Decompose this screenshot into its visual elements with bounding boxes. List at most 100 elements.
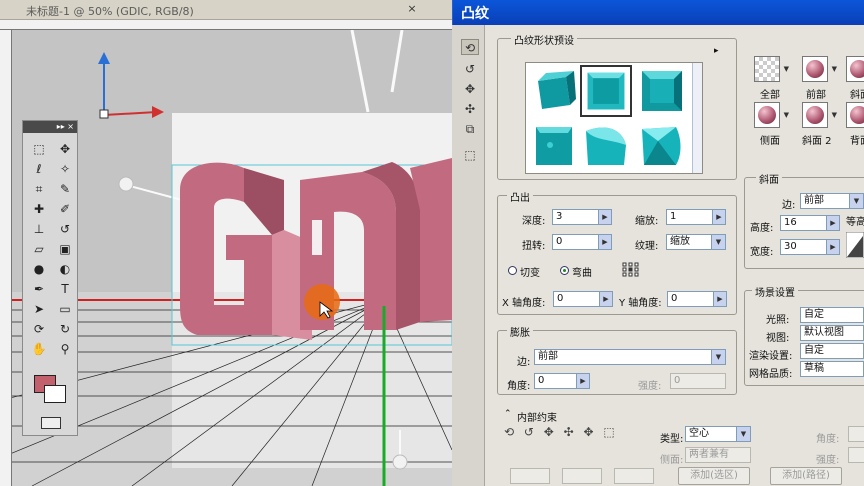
constraint-tool-icons[interactable]: ⟲ ↺ ✥ ✣ ✥ ⬚ [504, 425, 618, 439]
3d-rotate-tool-icon[interactable]: ⟳ [28, 321, 50, 337]
stamp-tool-icon[interactable]: ⊥ [28, 221, 50, 237]
x-angle-input[interactable]: 0 ▶ [553, 291, 613, 307]
depth-spin-icon[interactable]: ▶ [598, 210, 611, 224]
color-swatches[interactable] [32, 373, 72, 413]
bevel-height-spin-icon[interactable]: ▶ [826, 216, 839, 230]
tools-panel-header[interactable]: ▸▸ × [23, 121, 77, 133]
bend-label: 弯曲 [572, 268, 592, 279]
scale-spin-icon[interactable]: ▶ [712, 210, 725, 224]
object-roll-icon[interactable]: ↺ [461, 61, 479, 77]
preset-thumbnail[interactable] [636, 65, 688, 117]
history-brush-tool-icon[interactable]: ↺ [54, 221, 76, 237]
preset-thumbnail[interactable] [528, 119, 580, 171]
document-canvas[interactable]: ▸▸ × ⬚ ✥ ℓ ✧ ⌗ ✎ ✚ ✐ ⊥ ↺ ▱ ▣ ● ◐ ✒ T ➤ ▭ ⟳ ↻ ✋ ⚲ [12, 30, 452, 486]
shape-tool-icon[interactable]: ▭ [54, 301, 76, 317]
presets-group-label: 凸纹形状预设 [511, 32, 577, 47]
depth-input[interactable]: 3 ▶ [552, 209, 612, 225]
material-bevel-swatch[interactable]: ▼ [846, 56, 864, 82]
material-back-label: 背面 [850, 136, 864, 147]
material-all-swatch[interactable]: ▼ [754, 56, 789, 82]
document-title: 未标题-1 @ 50% (GDIC, RGB/8) [26, 5, 194, 18]
y-angle-spin-icon[interactable]: ▶ [713, 292, 726, 306]
twist-input[interactable]: 0 ▶ [552, 234, 612, 250]
scale-input[interactable]: 1 ▶ [666, 209, 726, 225]
bevel-height-input[interactable]: 16 ▶ [780, 215, 840, 231]
brush-tool-icon[interactable]: ✐ [54, 201, 76, 217]
y-angle-label: Y 轴角度: [619, 298, 662, 309]
bevel-side-dropdown-icon[interactable]: ▼ [849, 194, 863, 208]
dialog-title-bar[interactable]: 凸纹 [452, 0, 864, 25]
preset-thumbnail[interactable] [580, 119, 632, 171]
dodge-tool-icon[interactable]: ◐ [54, 261, 76, 277]
render-settings-label: 渲染设置: [749, 351, 793, 362]
preset-scrollbar[interactable] [692, 63, 702, 173]
bevel-width-label: 宽度: [750, 247, 774, 258]
bevel-group-label: 斜面 [756, 171, 782, 186]
eraser-tool-icon[interactable]: ▱ [28, 241, 50, 257]
material-bevel-2-swatch[interactable]: ▼ [802, 102, 837, 128]
inflate-side-dropdown-icon[interactable]: ▼ [711, 350, 725, 364]
document-close-icon[interactable]: × [404, 2, 420, 16]
camera-icon[interactable]: ⬚ [461, 147, 479, 163]
x-angle-spin-icon[interactable]: ▶ [599, 292, 612, 306]
shear-radio[interactable] [508, 266, 517, 275]
inflate-side-select[interactable]: 前部 ▼ [534, 349, 726, 365]
preset-menu-icon[interactable]: ▸ [714, 46, 719, 56]
y-angle-input[interactable]: 0 ▶ [667, 291, 727, 307]
bevel-width-spin-icon[interactable]: ▶ [826, 240, 839, 254]
render-settings-select[interactable]: 自定 [800, 343, 864, 359]
move-tool-icon[interactable]: ✥ [54, 141, 76, 157]
constraint-type-dropdown-icon[interactable]: ▼ [736, 427, 750, 441]
reference-point-icon[interactable] [622, 262, 640, 278]
healing-brush-tool-icon[interactable]: ✚ [28, 201, 50, 217]
lasso-tool-icon[interactable]: ℓ [28, 161, 50, 177]
pen-tool-icon[interactable]: ✒ [28, 281, 50, 297]
3d-orbit-tool-icon[interactable]: ↻ [54, 321, 76, 337]
material-front-label: 前部 [806, 90, 826, 101]
twist-spin-icon[interactable]: ▶ [598, 235, 611, 249]
inflate-angle-input[interactable]: 0 ▶ [534, 373, 590, 389]
marquee-tool-icon[interactable]: ⬚ [28, 141, 50, 157]
gradient-tool-icon[interactable]: ▣ [54, 241, 76, 257]
add-path-button[interactable]: 添加(路径) [770, 467, 842, 485]
object-rotate-icon[interactable]: ⟲ [461, 39, 479, 55]
object-pan-icon[interactable]: ✥ [461, 81, 479, 97]
background-color-swatch[interactable] [44, 385, 66, 403]
bevel-width-input[interactable]: 30 ▶ [780, 239, 840, 255]
inflate-strength-input: 0 [670, 373, 726, 389]
preset-list[interactable] [525, 62, 703, 174]
bevel-side-select[interactable]: 前部 ▼ [800, 193, 864, 209]
magic-wand-tool-icon[interactable]: ✧ [54, 161, 76, 177]
preset-thumbnail[interactable] [636, 119, 688, 171]
object-slide-icon[interactable]: ✣ [461, 101, 479, 117]
preset-thumbnail-selected[interactable] [580, 65, 632, 117]
view-select[interactable]: 默认视图 [800, 325, 864, 341]
texture-label: 纹理: [635, 241, 659, 252]
type-tool-icon[interactable]: T [54, 281, 76, 297]
quick-mask-icon[interactable] [41, 417, 61, 429]
crop-tool-icon[interactable]: ⌗ [28, 181, 50, 197]
blur-tool-icon[interactable]: ● [28, 261, 50, 277]
path-select-tool-icon[interactable]: ➤ [28, 301, 50, 317]
material-back-swatch[interactable]: ▼ [846, 102, 864, 128]
constraint-type-select[interactable]: 空心 ▼ [685, 426, 751, 442]
bend-radio[interactable] [560, 266, 569, 275]
add-selection-button[interactable]: 添加(选区) [678, 467, 750, 485]
texture-dropdown-icon[interactable]: ▼ [711, 235, 725, 249]
lights-select[interactable]: 自定 [800, 307, 864, 323]
material-front-swatch[interactable]: ▼ [802, 56, 837, 82]
mesh-quality-select[interactable]: 草稿 [800, 361, 864, 377]
inflate-angle-spin-icon[interactable]: ▶ [576, 374, 589, 388]
3d-scene[interactable] [12, 30, 452, 486]
material-bevel-label: 斜面 [850, 90, 864, 101]
inflate-angle-label: 角度: [507, 381, 531, 392]
eyedropper-tool-icon[interactable]: ✎ [54, 181, 76, 197]
preset-thumbnail[interactable] [528, 65, 580, 117]
zoom-tool-icon[interactable]: ⚲ [54, 341, 76, 357]
internal-constraints-toggle-icon[interactable]: ⌃ [504, 409, 512, 419]
hand-tool-icon[interactable]: ✋ [28, 341, 50, 357]
material-side-swatch[interactable]: ▼ [754, 102, 789, 128]
object-scale-icon[interactable]: ⧉ [461, 121, 479, 137]
texture-select[interactable]: 缩放 ▼ [666, 234, 726, 250]
contour-preview-icon[interactable] [846, 232, 864, 258]
